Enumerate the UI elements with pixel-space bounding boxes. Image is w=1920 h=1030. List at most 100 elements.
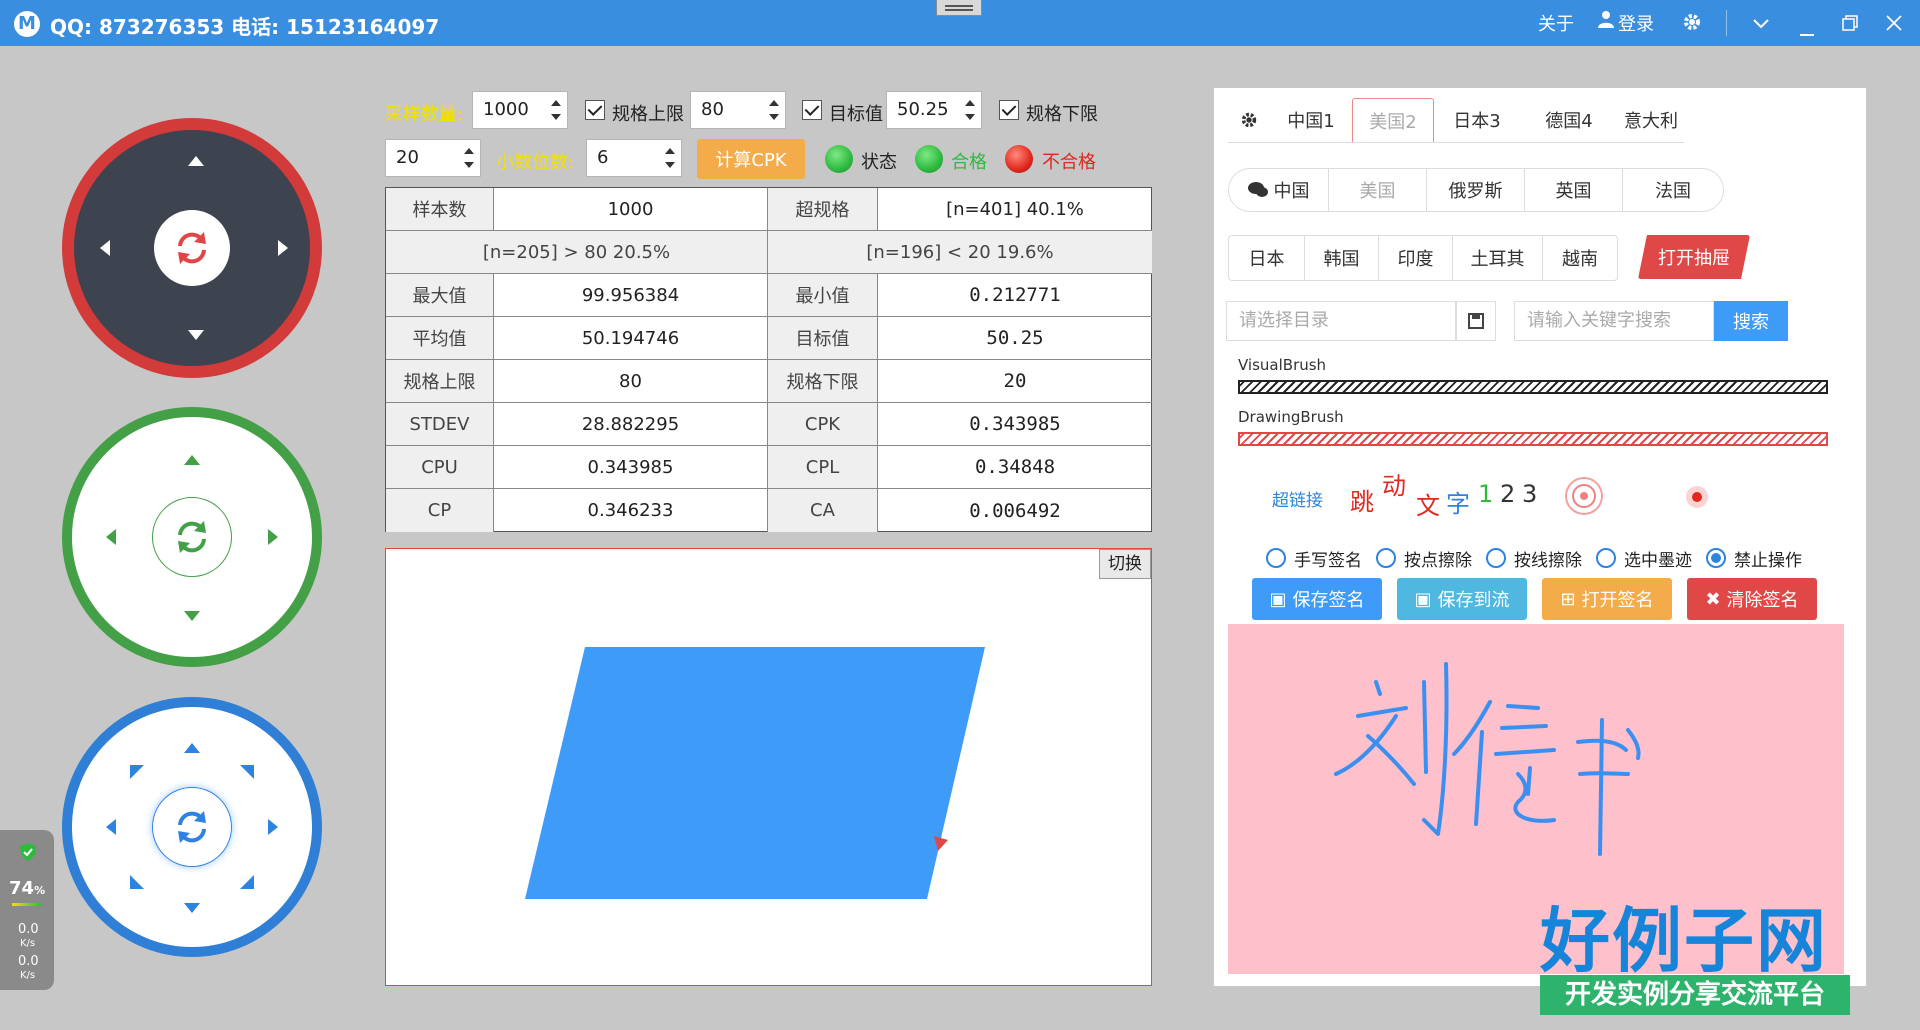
tab-korea[interactable]: 韩国 [1305, 236, 1379, 280]
spin-down-icon[interactable] [464, 162, 474, 168]
spin-down-icon[interactable] [769, 114, 779, 120]
table-header-cell: 超规格 [768, 188, 878, 231]
right-arrow-icon[interactable] [278, 240, 288, 256]
fail-label: 不合格 [1042, 152, 1096, 173]
radio-disable[interactable] [1706, 548, 1726, 568]
radio-erase-stroke[interactable] [1486, 548, 1506, 568]
network-monitor-widget[interactable]: 74% 0.0 K/s 0.0 K/s [0, 830, 54, 990]
refresh-icon [178, 232, 206, 264]
tab-usa2[interactable]: 美国2 [1352, 98, 1434, 142]
minimize-icon[interactable] [1800, 22, 1814, 43]
lsl-input[interactable]: 20 [385, 139, 481, 177]
spin-down-icon[interactable] [551, 114, 561, 120]
tab-japan3[interactable]: 日本3 [1434, 98, 1520, 142]
joystick-blue[interactable] [62, 697, 322, 957]
up-arrow-icon[interactable] [188, 156, 204, 166]
search-input[interactable]: 请输入关键字搜索 [1514, 301, 1714, 341]
usl-input[interactable]: 80 [690, 91, 786, 129]
refresh-button[interactable] [152, 497, 232, 577]
tab-india[interactable]: 印度 [1379, 236, 1453, 280]
usl-label: 规格上限 [612, 104, 684, 125]
target-checkbox[interactable] [802, 100, 822, 120]
tab-russia[interactable]: 俄罗斯 [1427, 169, 1525, 211]
joystick-green[interactable] [62, 407, 322, 667]
tab-china1[interactable]: 中国1 [1270, 98, 1352, 142]
up-arrow-icon[interactable] [184, 455, 200, 465]
spin-down-icon[interactable] [665, 162, 675, 168]
table-header-cell: 目标值 [768, 317, 878, 360]
refresh-button[interactable] [152, 787, 232, 867]
fail-led [1005, 145, 1033, 173]
sample-count-value: 1000 [483, 99, 529, 120]
chevron-down-icon[interactable] [1752, 14, 1770, 35]
open-signature-button[interactable]: ⊞ 打开签名 [1542, 578, 1672, 620]
search-button[interactable]: 搜索 [1714, 301, 1788, 341]
open-drawer-button[interactable]: 打开抽屉 [1638, 235, 1750, 279]
radio-erase-point[interactable] [1376, 548, 1396, 568]
target-label: 目标值 [829, 104, 883, 125]
jump-char: 字 [1446, 490, 1470, 518]
clear-signature-button[interactable]: ✖ 清除签名 [1687, 578, 1817, 620]
spin-up-icon[interactable] [551, 100, 561, 106]
spin-up-icon[interactable] [769, 100, 779, 106]
hyperlink[interactable]: 超链接 [1272, 486, 1323, 511]
download-speed: 0.0 [18, 954, 39, 969]
spin-up-icon[interactable] [965, 100, 975, 106]
radio-select-ink[interactable] [1596, 548, 1616, 568]
about-link[interactable]: 关于 [1538, 10, 1574, 36]
tab-italy[interactable]: 意大利 [1618, 98, 1684, 142]
maximize-icon[interactable] [1842, 15, 1858, 36]
save-signature-button[interactable]: ▣ 保存签名 [1252, 578, 1382, 620]
table-header-cell: 平均值 [386, 317, 494, 360]
save-to-stream-button[interactable]: ▣ 保存到流 [1397, 578, 1527, 620]
radio-label: 手写签名 [1294, 551, 1362, 571]
target-input[interactable]: 50.25 [886, 91, 982, 129]
gear-icon[interactable] [1682, 12, 1702, 37]
spin-down-icon[interactable] [965, 114, 975, 120]
radio-handwrite[interactable] [1266, 548, 1286, 568]
table-cell: 80 [494, 360, 768, 403]
down-arrow-icon[interactable] [188, 330, 204, 340]
lsl-checkbox[interactable] [999, 100, 1019, 120]
tab-japan[interactable]: 日本 [1229, 236, 1305, 280]
right-arrow-icon[interactable] [268, 529, 278, 545]
login-link[interactable]: 登录 [1618, 10, 1654, 36]
user-icon[interactable] [1598, 10, 1614, 33]
table-cell: [n=196] < 20 19.6% [768, 231, 1152, 274]
table-cell: 20 [878, 360, 1152, 403]
tab-china[interactable]: 中国 [1229, 169, 1329, 211]
left-arrow-icon[interactable] [100, 240, 110, 256]
drag-grip-handle[interactable] [936, 0, 982, 16]
directory-input[interactable]: 请选择目录 [1226, 301, 1456, 341]
save-icon[interactable] [1456, 301, 1496, 341]
lsl-label: 规格下限 [1026, 104, 1098, 125]
table-header-cell: 规格上限 [386, 360, 494, 403]
spin-up-icon[interactable] [464, 148, 474, 154]
tab-germany4[interactable]: 德国4 [1520, 98, 1618, 142]
percent-number: 74 [9, 878, 35, 899]
usl-checkbox[interactable] [585, 100, 605, 120]
decimal-places-input[interactable]: 6 [586, 139, 682, 177]
gear-icon[interactable] [1228, 98, 1270, 142]
lsl-value: 20 [396, 147, 419, 168]
watermark-title: 好例子网 [1540, 900, 1828, 982]
spin-up-icon[interactable] [665, 148, 675, 154]
tab-turkey[interactable]: 土耳其 [1453, 236, 1543, 280]
sample-count-input[interactable]: 1000 [472, 91, 568, 129]
left-arrow-icon[interactable] [106, 529, 116, 545]
radio-label: 按线擦除 [1514, 551, 1582, 571]
tab-france[interactable]: 法国 [1623, 169, 1723, 211]
table-header-cell: 规格下限 [768, 360, 878, 403]
refresh-button[interactable] [154, 210, 230, 286]
close-icon[interactable] [1886, 15, 1902, 36]
joystick-dark[interactable] [62, 118, 322, 378]
tab-vietnam[interactable]: 越南 [1543, 236, 1617, 280]
drawing-canvas[interactable]: 切换 [385, 548, 1152, 986]
calc-cpk-button[interactable]: 计算CPK [697, 139, 805, 179]
down-arrow-icon[interactable] [184, 611, 200, 621]
table-header-cell: CPL [768, 446, 878, 489]
tab-usa[interactable]: 美国 [1329, 169, 1427, 211]
drawing-brush-bar [1238, 432, 1828, 446]
tab-uk[interactable]: 英国 [1525, 169, 1623, 211]
visual-brush-label: VisualBrush [1238, 356, 1327, 374]
